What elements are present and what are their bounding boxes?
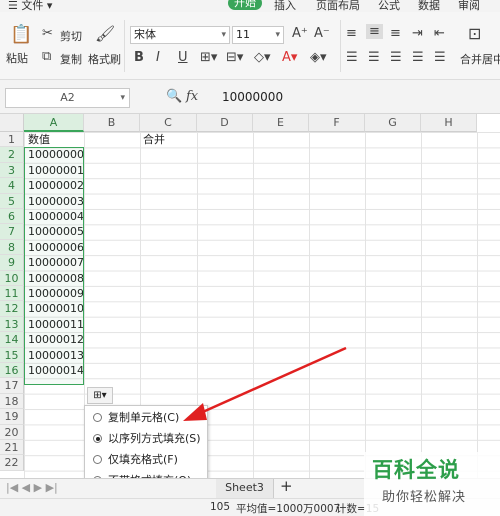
- sheet-tab[interactable]: Sheet3: [216, 479, 274, 498]
- watermark: 百科全说 助你轻松解决: [364, 452, 500, 516]
- status-average: 平均值=1000万0007: [236, 503, 341, 515]
- annotation-arrow: [183, 346, 347, 421]
- sheet-nav-icon[interactable]: |◀ ◀ ▶ ▶|: [6, 481, 58, 494]
- watermark-title: 百科全说: [372, 458, 460, 482]
- watermark-subtitle: 助你轻松解决: [382, 490, 467, 505]
- status-sum: 105: [210, 501, 231, 513]
- add-sheet-icon[interactable]: +: [280, 477, 293, 495]
